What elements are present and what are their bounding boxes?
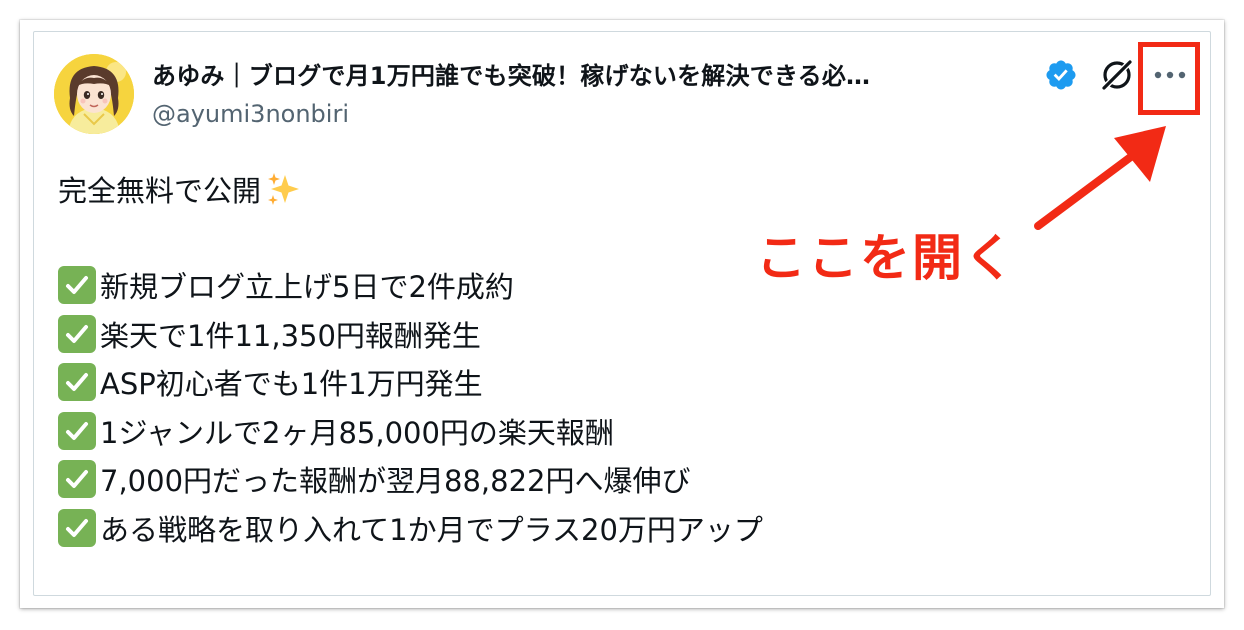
list-item: ある戦略を取り入れて1か月でプラス20万円アップ (58, 504, 763, 553)
grok-icon[interactable] (1098, 56, 1136, 94)
user-handle[interactable]: @ayumi3nonbiri (152, 100, 349, 128)
check-mark-icon (58, 266, 96, 305)
list-item-text: ASP初心者でも1件1万円発生 (100, 367, 483, 402)
check-mark-icon (58, 363, 96, 402)
tweet-intro-line: 完全無料で公開 (58, 168, 301, 210)
check-mark-icon (58, 508, 96, 547)
list-item: 楽天で1件11,350円報酬発生 (58, 310, 763, 359)
annotation-label: ここを開く (756, 229, 1016, 287)
check-mark-icon (58, 314, 96, 353)
avatar-illustration (54, 54, 134, 134)
sparkles-emoji-icon (268, 173, 300, 205)
display-name[interactable]: あゆみ｜ブログで月1万円誰でも突破！稼げないを解決できる必… (152, 56, 870, 91)
list-item-text: 1ジャンルで2ヶ月85,000円の楽天報酬 (100, 415, 614, 450)
avatar[interactable] (54, 54, 134, 134)
list-item: 1ジャンルで2ヶ月85,000円の楽天報酬 (58, 407, 763, 456)
list-item: ASP初心者でも1件1万円発生 (58, 358, 763, 407)
tweet-checklist: 新規ブログ立上げ5日で2件成約 楽天で1件11,350円報酬発生 ASP初心者で… (58, 261, 763, 552)
list-item: 新規ブログ立上げ5日で2件成約 (58, 261, 763, 310)
tweet-intro-text: 完全無料で公開 (58, 174, 262, 208)
verified-badge-icon (1046, 60, 1076, 90)
list-item-text: 7,000円だった報酬が翌月88,822円へ爆伸び (100, 464, 691, 499)
check-mark-icon (58, 411, 96, 450)
list-item: 7,000円だった報酬が翌月88,822円へ爆伸び (58, 455, 763, 504)
list-item-text: ある戦略を取り入れて1か月でプラス20万円アップ (100, 512, 763, 547)
arrow-annotation-icon (1034, 126, 1166, 230)
check-mark-icon (58, 460, 96, 499)
list-item-text: 楽天で1件11,350円報酬発生 (100, 318, 481, 353)
list-item-text: 新規ブログ立上げ5日で2件成約 (100, 270, 514, 305)
highlight-box (1138, 42, 1200, 115)
